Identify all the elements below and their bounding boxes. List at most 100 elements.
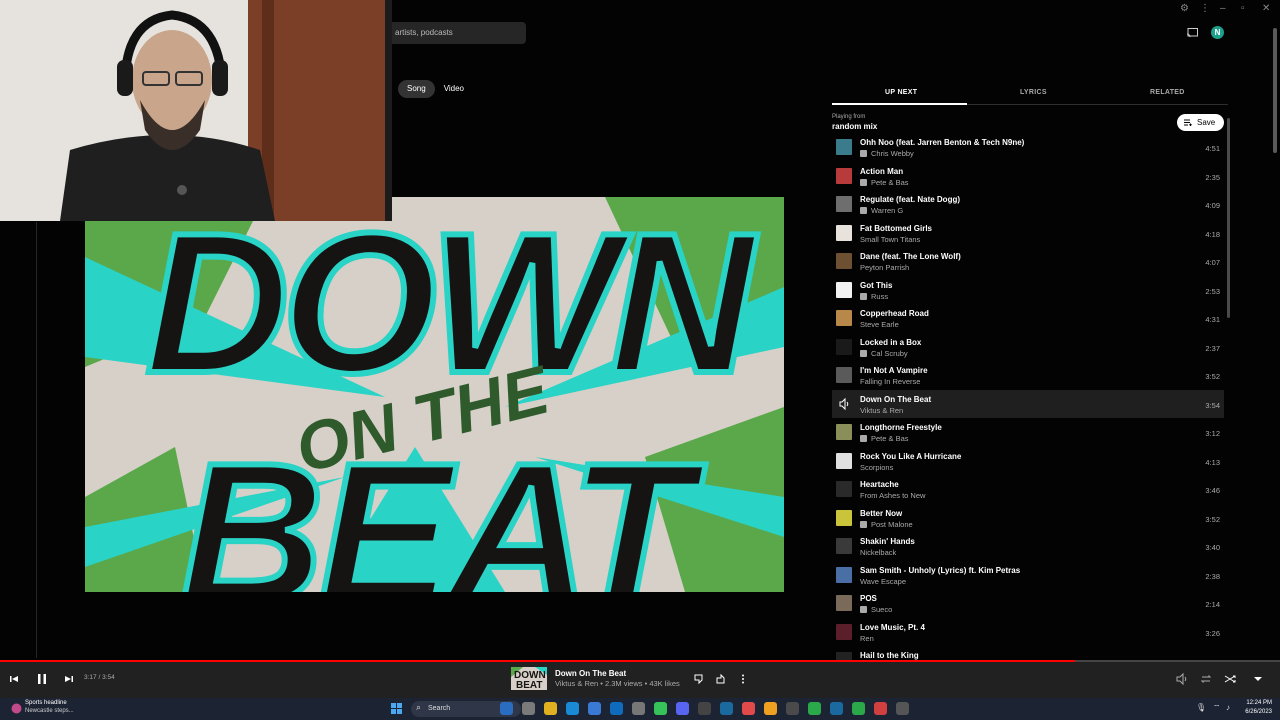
- vlc-icon[interactable]: [764, 702, 777, 715]
- queue-row[interactable]: Sam Smith - Unholy (Lyrics) ft. Kim Petr…: [832, 561, 1224, 590]
- network-icon[interactable]: ⌔: [1213, 703, 1221, 713]
- start-icon[interactable]: [390, 702, 403, 715]
- minimize-icon[interactable]: –: [1220, 3, 1226, 14]
- store-icon[interactable]: [588, 702, 601, 715]
- queue-row[interactable]: Shakin' Hands Nickelback 3:40: [832, 532, 1224, 561]
- track-artist[interactable]: Russ: [871, 292, 888, 301]
- avatar[interactable]: N: [1211, 26, 1224, 39]
- settings-icon[interactable]: ⚙: [1180, 3, 1189, 14]
- save-button[interactable]: Save: [1177, 114, 1224, 131]
- app-icon[interactable]: [896, 702, 909, 715]
- more-options-icon[interactable]: [736, 672, 750, 686]
- queue-row[interactable]: Fat Bottomed Girls Small Town Titans 4:18: [832, 219, 1224, 248]
- repeat-icon[interactable]: [1199, 672, 1213, 686]
- discord-icon[interactable]: [676, 702, 689, 715]
- file-explorer-icon[interactable]: [544, 702, 557, 715]
- page-scrollbar-thumb[interactable]: [1273, 28, 1277, 153]
- clock-time[interactable]: 12:24 PM: [1240, 700, 1272, 706]
- expand-queue-icon[interactable]: [1251, 672, 1265, 686]
- queue-row[interactable]: Longthorne Freestyle Pete & Bas 3:12: [832, 418, 1224, 447]
- edge-icon[interactable]: [566, 702, 579, 715]
- dislike-icon[interactable]: [692, 672, 706, 686]
- clock-date[interactable]: 6/26/2023: [1240, 709, 1272, 715]
- track-artist[interactable]: Warren G: [871, 206, 903, 215]
- weather-icon[interactable]: [500, 702, 513, 715]
- track-artist[interactable]: Post Malone: [871, 520, 913, 529]
- tab-up-next[interactable]: UP NEXT: [885, 89, 917, 96]
- track-artist[interactable]: Pete & Bas: [871, 434, 909, 443]
- pause-icon[interactable]: [35, 672, 49, 686]
- track-title: Shakin' Hands: [860, 537, 915, 546]
- app-icon[interactable]: [786, 702, 799, 715]
- queue-row[interactable]: Heartache From Ashes to New 3:46: [832, 475, 1224, 504]
- app-icon[interactable]: [874, 702, 887, 715]
- app-icon[interactable]: [852, 702, 865, 715]
- queue-row[interactable]: Ohh Noo (feat. Jarren Benton & Tech N9ne…: [832, 139, 1224, 162]
- track-artist[interactable]: Cal Scruby: [871, 349, 908, 358]
- spotify-icon[interactable]: [654, 702, 667, 715]
- queue-row[interactable]: I'm Not A Vampire Falling In Reverse 3:52: [832, 361, 1224, 390]
- track-duration: 3:12: [1205, 429, 1220, 438]
- track-artist[interactable]: Chris Webby: [871, 149, 914, 158]
- shuffle-icon[interactable]: [1223, 672, 1237, 686]
- mix-name[interactable]: random mix: [832, 122, 877, 131]
- like-icon[interactable]: [714, 672, 728, 686]
- queue-row[interactable]: Action Man Pete & Bas 2:35: [832, 162, 1224, 191]
- track-artist[interactable]: Scorpions: [860, 463, 893, 472]
- queue-row[interactable]: Locked in a Box Cal Scruby 2:37: [832, 333, 1224, 362]
- tab-related[interactable]: RELATED: [1150, 89, 1185, 96]
- now-playing-thumbnail[interactable]: DOWN BEAT: [511, 667, 547, 690]
- next-icon[interactable]: [62, 672, 76, 686]
- steam-icon[interactable]: [830, 702, 843, 715]
- svg-text:BEAT: BEAT: [180, 422, 706, 592]
- app-icon[interactable]: [742, 702, 755, 715]
- news-widget-icon[interactable]: [10, 702, 23, 715]
- track-artist[interactable]: Ren: [860, 634, 874, 643]
- app-icon[interactable]: [698, 702, 711, 715]
- speaker-icon[interactable]: ♪: [1226, 703, 1230, 712]
- save-label: Save: [1197, 118, 1216, 127]
- steam-icon[interactable]: [720, 702, 733, 715]
- queue-row[interactable]: Rock You Like A Hurricane Scorpions 4:13: [832, 447, 1224, 476]
- queue-row[interactable]: Got This Russ 2:53: [832, 276, 1224, 305]
- track-artist[interactable]: Viktus & Ren: [860, 406, 903, 415]
- outlook-icon[interactable]: [610, 702, 623, 715]
- queue-row[interactable]: Down On The Beat Viktus & Ren 3:54: [832, 389, 1224, 418]
- track-artist[interactable]: Wave Escape: [860, 577, 906, 586]
- xbox-icon[interactable]: [808, 702, 821, 715]
- news-widget-title[interactable]: Sports headline: [25, 700, 67, 706]
- track-artist[interactable]: Peyton Parrish: [860, 263, 909, 272]
- task-view-icon[interactable]: [522, 702, 535, 715]
- album-artwork: DOWN ON THE BEAT: [85, 197, 784, 592]
- maximize-icon[interactable]: ▫: [1241, 3, 1245, 14]
- track-artist[interactable]: Steve Earle: [860, 320, 899, 329]
- queue-row[interactable]: Dane (feat. The Lone Wolf) Peyton Parrish…: [832, 247, 1224, 276]
- track-artist[interactable]: Pete & Bas: [871, 178, 909, 187]
- queue-row[interactable]: Hail to the King: [832, 646, 1224, 660]
- queue-row[interactable]: Better Now Post Malone 3:52: [832, 504, 1224, 533]
- track-artist[interactable]: From Ashes to New: [860, 491, 925, 500]
- track-title: Copperhead Road: [860, 309, 929, 318]
- video-toggle-button[interactable]: Video: [435, 80, 473, 98]
- more-icon[interactable]: ⋮: [1200, 3, 1210, 14]
- cast-icon[interactable]: [1187, 28, 1198, 37]
- queue-scrollbar-thumb[interactable]: [1227, 118, 1230, 318]
- song-toggle-button[interactable]: Song: [398, 80, 435, 98]
- search-input[interactable]: artists, podcasts: [388, 22, 526, 44]
- queue-row[interactable]: Copperhead Road Steve Earle 4:31: [832, 304, 1224, 333]
- track-artist[interactable]: Nickelback: [860, 548, 896, 557]
- track-artist[interactable]: Sueco: [871, 605, 892, 614]
- queue-row[interactable]: Love Music, Pt. 4 Ren 3:26: [832, 618, 1224, 647]
- volume-icon[interactable]: [1175, 672, 1189, 686]
- queue-row[interactable]: Regulate (feat. Nate Dogg) Warren G 4:09: [832, 190, 1224, 219]
- track-artist[interactable]: Falling In Reverse: [860, 377, 920, 386]
- queue-row[interactable]: POS Sueco 2:14: [832, 589, 1224, 618]
- track-artist[interactable]: Small Town Titans: [860, 235, 920, 244]
- microphone-icon[interactable]: 🎙: [1196, 703, 1206, 712]
- track-thumbnail: [836, 224, 852, 241]
- close-icon[interactable]: ✕: [1262, 3, 1270, 14]
- settings-app-icon[interactable]: [632, 702, 645, 715]
- tab-lyrics[interactable]: LYRICS: [1020, 89, 1047, 96]
- now-playing-title[interactable]: Down On The Beat: [555, 669, 626, 678]
- previous-icon[interactable]: [7, 672, 21, 686]
